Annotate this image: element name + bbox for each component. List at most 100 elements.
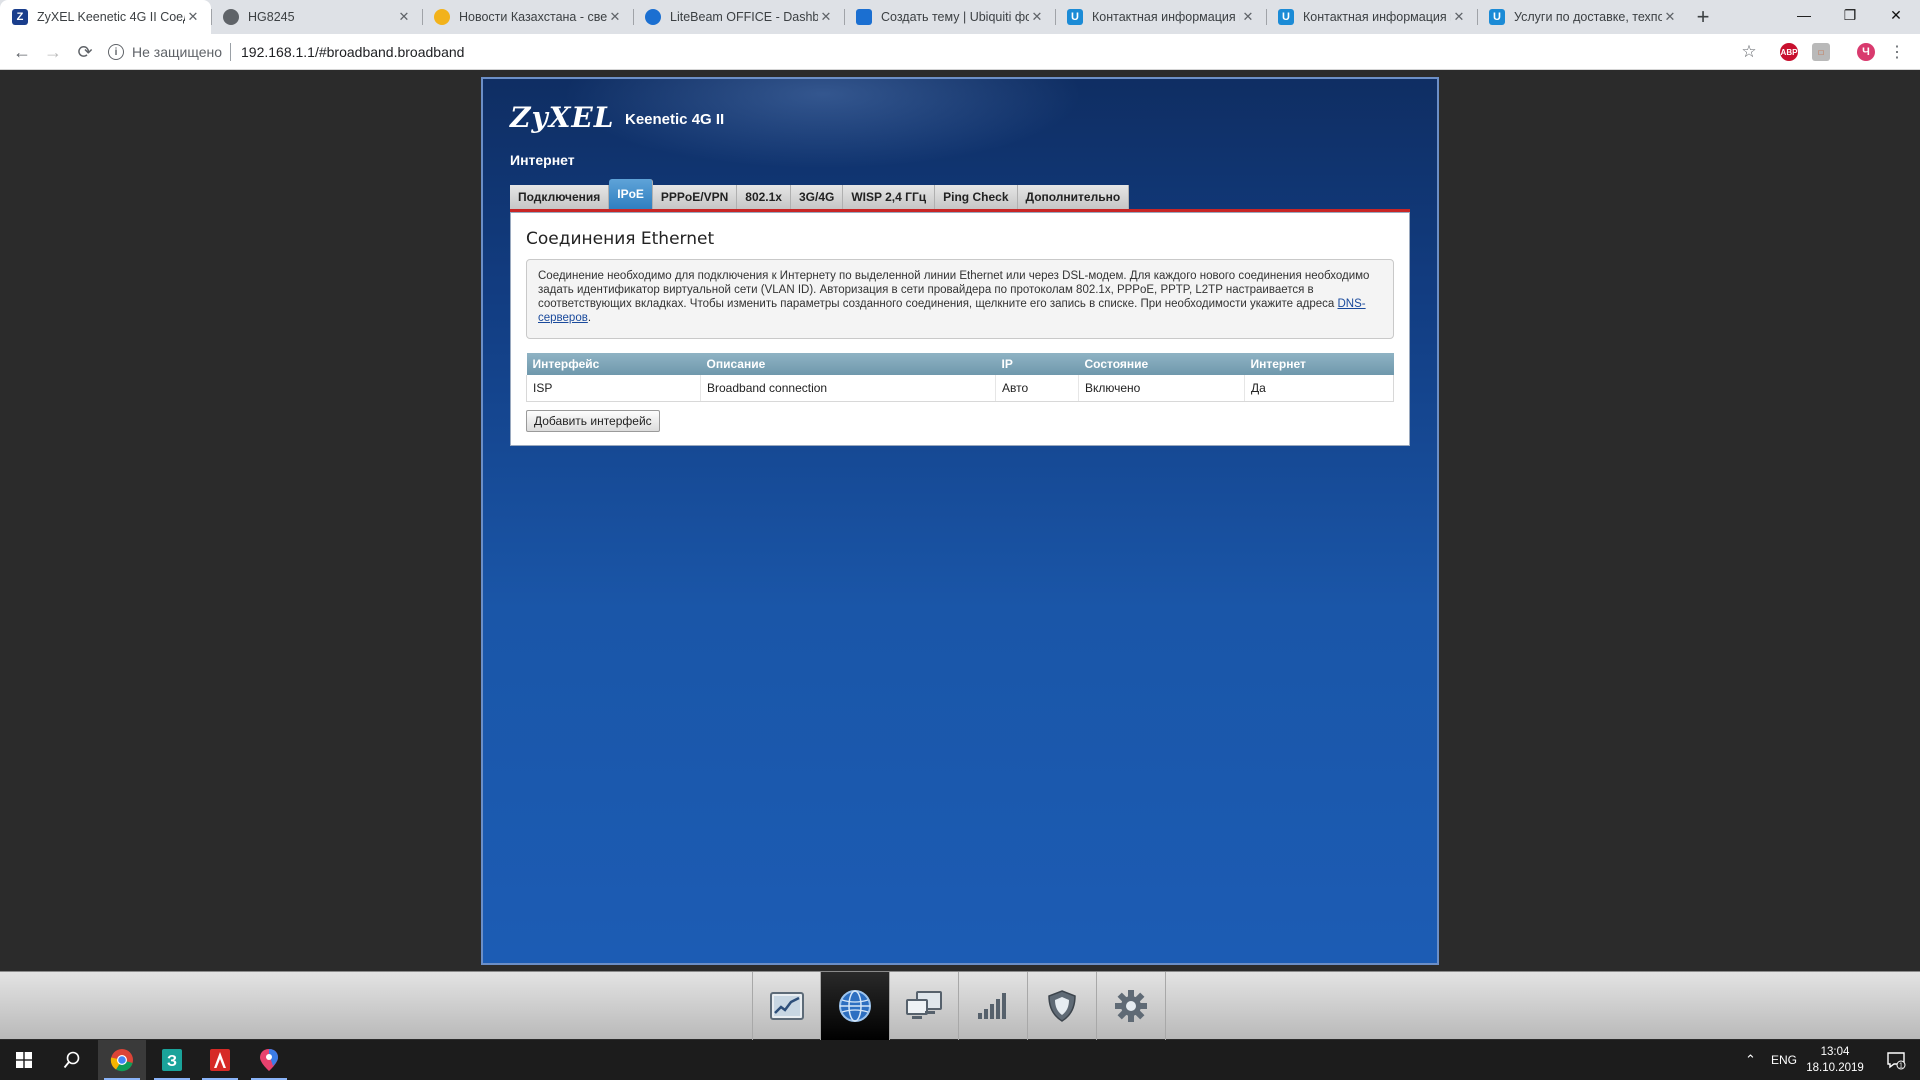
info-text: Соединение необходимо для подключения к …: [538, 270, 1370, 310]
browser-menu-icon[interactable]: ⋮: [1884, 39, 1910, 65]
router-tab[interactable]: PPPoE/VPN: [652, 185, 738, 209]
language-indicator[interactable]: ENG: [1771, 1040, 1797, 1080]
reload-icon[interactable]: ⟳: [72, 39, 98, 65]
section-title: Интернет: [510, 152, 575, 168]
clock-date: 18.10.2019: [1806, 1062, 1864, 1074]
taskbar-clock[interactable]: 13:04 18.10.2019: [1800, 1044, 1870, 1076]
dock-item-monitor[interactable]: [752, 972, 821, 1040]
dock-wifi-signal-icon: [978, 993, 1006, 1019]
browser-tab[interactable]: Z ZyXEL Keenetic 4G II Соединения✕: [0, 0, 211, 34]
tab-title: Создать тему | Ubiquiti форум: [881, 10, 1029, 24]
cell-interface: ISP: [526, 375, 701, 402]
search-button[interactable]: [48, 1040, 96, 1080]
start-button[interactable]: [0, 1040, 48, 1080]
close-window-button[interactable]: ✕: [1873, 0, 1919, 30]
restore-window-button[interactable]: ❐: [1827, 0, 1873, 30]
tab-close-icon[interactable]: ✕: [1029, 9, 1045, 25]
forward-arrow-icon[interactable]: →: [40, 39, 66, 65]
tab-title: Контактная информация к: [1092, 10, 1240, 24]
browser-tab[interactable]: U Услуги по доставке, техподдержке✕: [1477, 0, 1688, 34]
tab-title: Услуги по доставке, техподдержке: [1514, 10, 1662, 24]
zyxel-favicon-icon: Z: [12, 9, 28, 25]
acrobat-icon: [210, 1049, 230, 1071]
info-box: Соединение необходимо для подключения к …: [526, 259, 1394, 339]
browser-tab[interactable]: HG8245 ✕: [211, 0, 422, 34]
bookmark-star-icon[interactable]: ☆: [1736, 39, 1762, 65]
dock-internet-globe-icon: [839, 990, 871, 1022]
browser-tab[interactable]: Новости Казахстана - свежие✕: [422, 0, 633, 34]
router-tab[interactable]: 3G/4G: [790, 185, 844, 209]
table-row[interactable]: ISP Broadband connection Авто Включено Д…: [526, 375, 1394, 402]
tab-title: HG8245: [248, 10, 295, 24]
browser-tab-strip: ZZyXEL Keenetic 4G II Соединения✕HG8245✕…: [0, 0, 1920, 34]
router-tab[interactable]: 802.1x: [737, 185, 791, 209]
tab-close-icon[interactable]: ✕: [1451, 9, 1467, 25]
security-status: Не защищено: [132, 44, 222, 60]
tab-close-icon[interactable]: ✕: [818, 9, 834, 25]
router-tab[interactable]: Ping Check: [935, 185, 1018, 209]
router-tab[interactable]: IPoE: [609, 179, 653, 209]
router-tab[interactable]: Подключения: [510, 185, 610, 209]
tray-expand-icon[interactable]: ⌃: [1745, 1040, 1756, 1080]
column-header: Состояние: [1078, 353, 1245, 375]
browser-toolbar: ← → ⟳ i Не защищено 192.168.1.1/#broadba…: [0, 34, 1920, 70]
dock-item-security[interactable]: [1028, 972, 1097, 1040]
tab-close-icon[interactable]: ✕: [185, 9, 201, 25]
sun-favicon-icon: [434, 9, 450, 25]
tab-close-icon[interactable]: ✕: [396, 9, 412, 25]
dock-item-internet[interactable]: [821, 972, 890, 1040]
profile-avatar[interactable]: Ч: [1857, 43, 1875, 61]
adblock-extension-icon[interactable]: ABP: [1780, 43, 1798, 61]
dock-home-network-icon: [906, 991, 942, 1019]
ubiquiti-favicon-icon: U: [1278, 9, 1294, 25]
tab-title: Контактная информация к: [1303, 10, 1451, 24]
cell-description: Broadband connection: [700, 375, 996, 402]
tab-close-icon[interactable]: ✕: [607, 9, 623, 25]
router-frame: ZyXEL Keenetic 4G II Интернет Подключени…: [481, 77, 1439, 965]
add-interface-button[interactable]: Добавить интерфейс: [526, 410, 660, 432]
interfaces-table: Интерфейс Описание IP Состояние Интернет…: [526, 353, 1394, 402]
ubiquiti-favicon-icon: U: [1067, 9, 1083, 25]
tab-close-icon[interactable]: ✕: [1240, 9, 1256, 25]
dock-system-gear-icon: [1115, 990, 1147, 1022]
browser-tab[interactable]: U Контактная информация к ✕: [1055, 0, 1266, 34]
page-viewport: ZyXEL Keenetic 4G II Интернет Подключени…: [0, 71, 1920, 971]
search-icon: [63, 1051, 80, 1069]
browser-tab[interactable]: U Контактная информация к ✕: [1266, 0, 1477, 34]
browser-tab[interactable]: Создать тему | Ubiquiti форум✕: [844, 0, 1055, 34]
chrome-icon: [110, 1049, 133, 1072]
dock-item-system[interactable]: [1097, 972, 1166, 1040]
cell-state: Включено: [1078, 375, 1245, 402]
ethernet-connections-panel: Соединения Ethernet Соединение необходим…: [510, 212, 1410, 446]
windows-taskbar: З ⌃ ENG 13:04 18.10.2019 1: [0, 1040, 1920, 1080]
tab-close-icon[interactable]: ✕: [1662, 9, 1678, 25]
taskbar-app-3[interactable]: З: [148, 1040, 196, 1080]
dock-security-shield-icon: [1048, 990, 1076, 1022]
windows-logo-icon: [16, 1052, 32, 1068]
column-header: Описание: [700, 353, 996, 375]
taskbar-acrobat[interactable]: [196, 1040, 244, 1080]
router-tab[interactable]: WISP 2,4 ГГц: [843, 185, 936, 209]
info-circle-icon[interactable]: i: [108, 44, 124, 60]
browser-tab[interactable]: LiteBeam OFFICE - Dashboard✕: [633, 0, 844, 34]
address-bar[interactable]: i Не защищено 192.168.1.1/#broadband.bro…: [108, 38, 1758, 66]
tab-title: Новости Казахстана - свежие: [459, 10, 607, 24]
action-center-button[interactable]: 1: [1872, 1040, 1920, 1080]
dock-item-home-network[interactable]: [890, 972, 959, 1040]
dock-item-wifi[interactable]: [959, 972, 1028, 1040]
taskbar-chrome[interactable]: [98, 1040, 146, 1080]
taskbar-maps-app[interactable]: [245, 1040, 293, 1080]
cell-ip: Авто: [995, 375, 1079, 402]
back-arrow-icon[interactable]: ←: [9, 39, 35, 65]
url-text[interactable]: 192.168.1.1/#broadband.broadband: [241, 44, 464, 60]
new-tab-button[interactable]: +: [1688, 0, 1718, 34]
router-dock: [0, 971, 1920, 1040]
column-header: IP: [995, 353, 1079, 375]
pdf-extension-icon[interactable]: □: [1812, 43, 1830, 61]
rss-favicon-icon: [645, 9, 661, 25]
column-header: Интернет: [1244, 353, 1394, 375]
tab-title: ZyXEL Keenetic 4G II Соединения: [37, 10, 185, 24]
app-3-icon: З: [162, 1049, 182, 1071]
minimize-window-button[interactable]: —: [1781, 0, 1827, 30]
router-tab[interactable]: Дополнительно: [1017, 185, 1130, 209]
